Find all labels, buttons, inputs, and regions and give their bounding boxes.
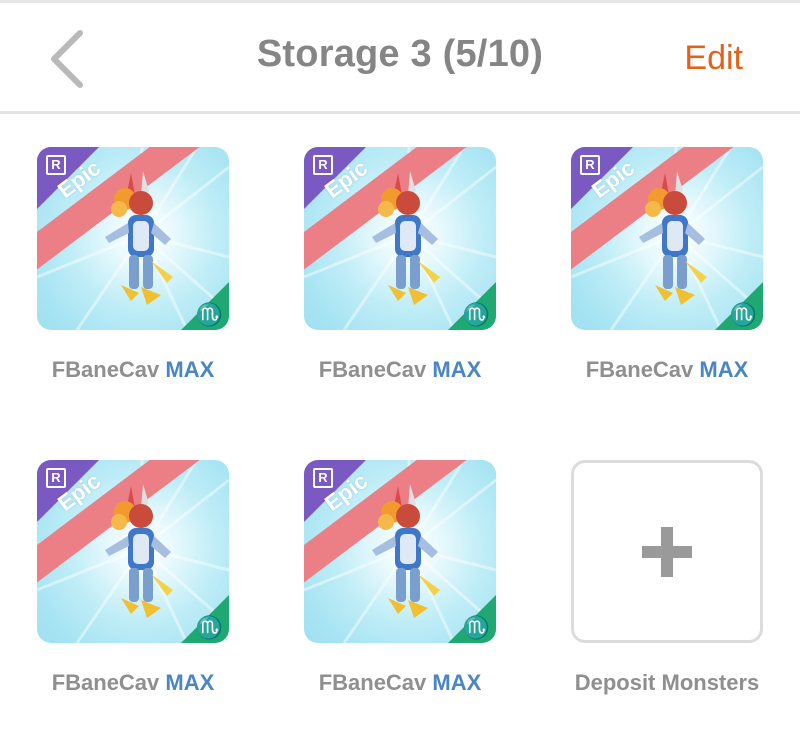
scorpio-icon: ♏ xyxy=(195,615,223,640)
level-tag: MAX xyxy=(699,357,749,382)
monster-card[interactable]: R Epic ♏ xyxy=(304,460,496,643)
monster-name: FBaneCav MAX xyxy=(267,357,533,383)
monster-image xyxy=(105,171,173,305)
level-tag: MAX xyxy=(165,357,215,382)
storage-screen: Storage 3 (5/10) Edit R Epic ♏ FBaneCav … xyxy=(0,0,800,749)
rank-badge-icon: R xyxy=(580,155,600,175)
monster-image xyxy=(372,484,440,618)
rank-badge-icon: R xyxy=(313,155,333,175)
monster-name-text: FBaneCav xyxy=(585,357,694,382)
deposit-monsters-button[interactable] xyxy=(571,460,763,643)
rank-badge-icon: R xyxy=(46,155,66,175)
monster-slot[interactable]: R Epic ♏ FBaneCav MAX xyxy=(0,427,230,695)
scorpio-icon: ♏ xyxy=(195,302,223,327)
nav-bar: Storage 3 (5/10) Edit xyxy=(0,3,800,114)
monster-image xyxy=(639,171,707,305)
deposit-slot[interactable]: Deposit Monsters xyxy=(534,427,764,695)
monster-name: FBaneCav MAX xyxy=(534,357,800,383)
monster-slot[interactable]: R Epic ♏ FBaneCav MAX xyxy=(0,114,230,382)
monster-name-text: FBaneCav xyxy=(318,670,427,695)
monster-card[interactable]: R Epic ♏ xyxy=(37,460,229,643)
scorpio-icon: ♏ xyxy=(462,302,490,327)
monster-card[interactable]: R Epic ♏ xyxy=(571,147,763,330)
monster-name: FBaneCav MAX xyxy=(0,357,266,383)
edit-button[interactable]: Edit xyxy=(684,39,743,78)
monster-slot[interactable]: R Epic ♏ FBaneCav MAX xyxy=(267,427,497,695)
monster-slot[interactable]: R Epic ♏ FBaneCav MAX xyxy=(267,114,497,382)
monster-name-text: FBaneCav xyxy=(51,357,160,382)
level-tag: MAX xyxy=(165,670,215,695)
deposit-label: Deposit Monsters xyxy=(574,670,760,695)
rank-badge-icon: R xyxy=(313,468,333,488)
level-tag: MAX xyxy=(432,670,482,695)
scorpio-icon: ♏ xyxy=(729,302,757,327)
monster-name: FBaneCav MAX xyxy=(0,670,266,696)
monster-card[interactable]: R Epic ♏ xyxy=(37,147,229,330)
monster-name-text: FBaneCav xyxy=(318,357,427,382)
monster-image xyxy=(372,171,440,305)
page-title: Storage 3 (5/10) xyxy=(256,33,544,75)
monster-name-text: FBaneCav xyxy=(51,670,160,695)
rank-badge-icon: R xyxy=(46,468,66,488)
monster-image xyxy=(105,484,173,618)
monster-card[interactable]: R Epic ♏ xyxy=(304,147,496,330)
monster-name: FBaneCav MAX xyxy=(267,670,533,696)
level-tag: MAX xyxy=(432,357,482,382)
monster-slot[interactable]: R Epic ♏ FBaneCav MAX xyxy=(534,114,764,382)
scorpio-icon: ♏ xyxy=(462,615,490,640)
